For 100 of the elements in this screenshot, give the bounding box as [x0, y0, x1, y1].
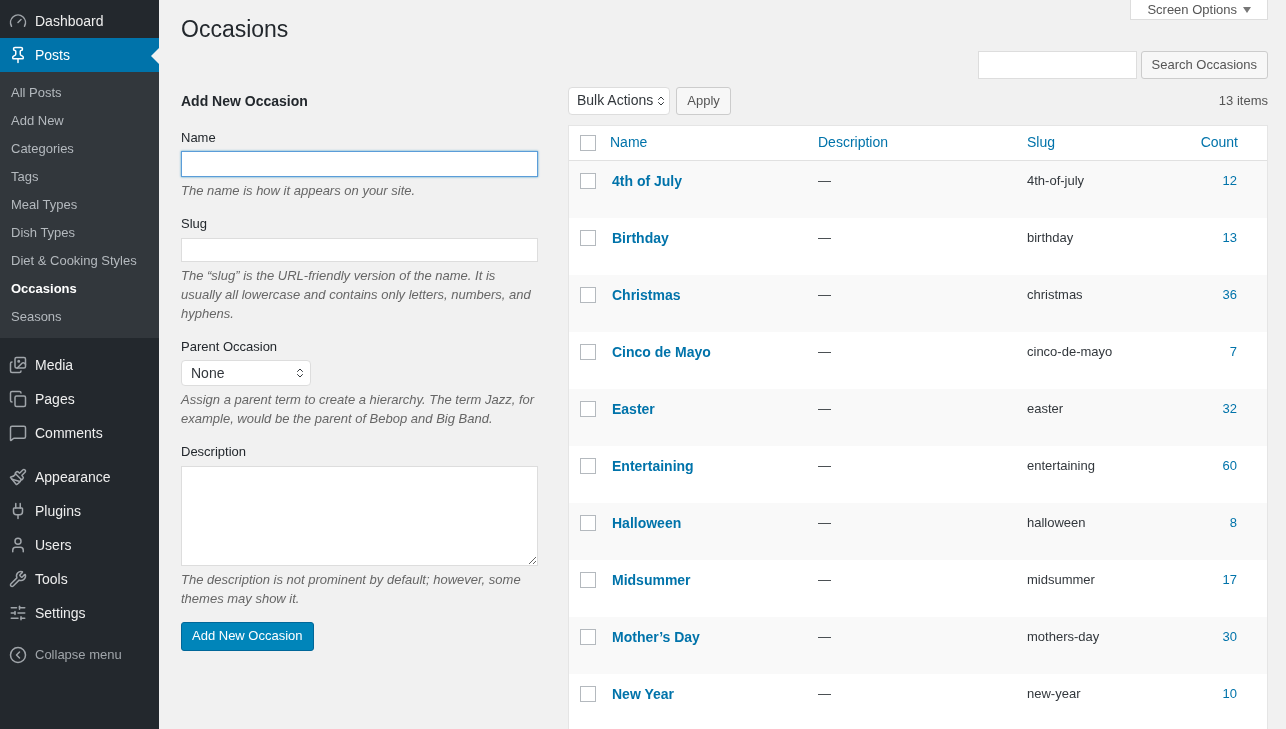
sidebar-menu-item[interactable]: Dashboard	[0, 4, 159, 38]
row-checkbox[interactable]	[580, 628, 596, 645]
images-icon	[9, 356, 27, 374]
table-cell-text: cinco-de-mayo	[1027, 342, 1114, 361]
active-pointer-icon	[151, 48, 159, 64]
pin-icon	[9, 46, 27, 64]
submenu-item[interactable]: Tags	[0, 163, 159, 191]
table-cell-text: —	[818, 684, 832, 703]
table-cell-text: —	[818, 228, 832, 247]
row-checkbox[interactable]	[580, 172, 596, 189]
table-cell-text: —	[818, 570, 832, 589]
submenu-item[interactable]: Diet & Cooking Styles	[0, 247, 159, 275]
row-checkbox[interactable]	[580, 286, 596, 303]
sliders-icon	[9, 604, 27, 622]
collapse-icon	[9, 646, 27, 664]
name-input[interactable]	[181, 151, 538, 177]
row-checkbox[interactable]	[580, 400, 596, 417]
table-cell-text: new-year	[1027, 684, 1082, 703]
count-link[interactable]: 13	[1222, 227, 1237, 247]
sidebar-menu-item[interactable]: Tools	[0, 562, 159, 596]
field-label: Name	[181, 128, 217, 147]
term-name-link[interactable]: Halloween	[612, 512, 818, 534]
count-link[interactable]: 30	[1222, 626, 1237, 646]
paintbrush-icon	[9, 468, 27, 486]
column-header[interactable]: Count	[1200, 132, 1238, 153]
dropdown-triangle-icon	[1243, 6, 1251, 13]
term-name-link[interactable]: Birthday	[612, 227, 818, 249]
submenu-item[interactable]: Add New	[0, 107, 159, 135]
parent-select[interactable]: None	[181, 360, 311, 386]
sidebar-menu-item[interactable]: Users	[0, 528, 159, 562]
submenu-item[interactable]: Seasons	[0, 303, 159, 331]
row-checkbox[interactable]	[580, 685, 596, 702]
table-cell-text: —	[818, 627, 832, 646]
submenu-item[interactable]: Occasions	[0, 275, 159, 303]
screen-options-button[interactable]: Screen Options	[1130, 0, 1268, 20]
select-all-checkbox[interactable]	[580, 134, 596, 151]
pages-icon	[9, 390, 27, 408]
table-cell-text: entertaining	[1027, 456, 1096, 475]
page-title: Occasions	[181, 15, 289, 44]
sidebar-menu-item[interactable]: Pages	[0, 382, 159, 416]
item-count: 13 items	[1218, 91, 1268, 110]
term-name-link[interactable]: Midsummer	[612, 569, 818, 591]
count-link[interactable]: 7	[1229, 341, 1237, 361]
table-cell-text: midsummer	[1027, 570, 1096, 589]
sidebar-menu-item[interactable]: Plugins	[0, 494, 159, 528]
user-icon	[9, 536, 27, 554]
term-name-link[interactable]: Mother’s Day	[612, 626, 818, 648]
apply-button[interactable]: Apply	[676, 86, 731, 115]
count-link[interactable]: 10	[1222, 683, 1237, 703]
count-link[interactable]: 36	[1222, 284, 1237, 304]
row-checkbox[interactable]	[580, 457, 596, 474]
term-name-link[interactable]: 4th of July	[612, 170, 818, 192]
term-name-link[interactable]: Entertaining	[612, 455, 818, 477]
description-textarea[interactable]	[181, 465, 538, 566]
field-hint: The name is how it appears on your site.	[181, 182, 417, 200]
field-label: Description	[181, 443, 248, 461]
submenu-item[interactable]: All Posts	[0, 79, 159, 107]
term-name-link[interactable]: Christmas	[612, 284, 818, 306]
submenu-item[interactable]: Dish Types	[0, 219, 159, 247]
table-cell-text: birthday	[1027, 228, 1075, 247]
column-header[interactable]: Slug	[1027, 132, 1177, 153]
table-cell-text: christmas	[1027, 285, 1084, 304]
table-cell-text: —	[818, 342, 832, 361]
sidebar-menu-item[interactable]: Comments	[0, 416, 159, 450]
bulk-actions-select[interactable]: Bulk Actions	[568, 86, 671, 115]
count-link[interactable]: 32	[1222, 398, 1237, 418]
term-name-link[interactable]: Easter	[612, 398, 818, 420]
table-cell-text: halloween	[1027, 513, 1087, 532]
count-link[interactable]: 17	[1222, 569, 1237, 589]
table-cell-text: —	[818, 513, 832, 532]
count-link[interactable]: 12	[1222, 170, 1237, 190]
row-checkbox[interactable]	[580, 514, 596, 531]
sidebar-menu-item[interactable]: Appearance	[0, 460, 159, 494]
sidebar-menu-item[interactable]: Posts	[0, 38, 159, 72]
field-label: Slug	[181, 215, 209, 233]
select-arrows-icon	[294, 367, 306, 379]
count-link[interactable]: 60	[1222, 455, 1237, 475]
row-checkbox[interactable]	[580, 571, 596, 588]
sidebar-menu-item[interactable]: Media	[0, 348, 159, 382]
sidebar-menu-item[interactable]: Settings	[0, 596, 159, 630]
search-field[interactable]	[977, 50, 1137, 79]
field-hint: The “slug” is the URL-friendly version of the name. It is usually all lowercase and contains only letters, numbers, and hyphens.	[181, 266, 532, 323]
add-new-occasion-button[interactable]: Add New Occasion	[181, 621, 314, 651]
term-name-link[interactable]: New Year	[612, 683, 818, 705]
submenu-item[interactable]: Meal Types	[0, 191, 159, 219]
gauge-icon	[9, 12, 27, 30]
column-header[interactable]: Description	[818, 132, 1027, 153]
table-cell-text: —	[818, 285, 832, 304]
table-cell-text: —	[818, 171, 832, 190]
count-link[interactable]: 8	[1229, 512, 1237, 532]
slug-input[interactable]	[181, 237, 538, 262]
column-header[interactable]: Name	[610, 132, 818, 153]
row-checkbox[interactable]	[580, 229, 596, 246]
table-cell-text: —	[818, 399, 832, 418]
collapse-menu-button[interactable]: Collapse menu	[0, 638, 159, 672]
term-name-link[interactable]: Cinco de Mayo	[612, 341, 818, 363]
submenu-item[interactable]: Categories	[0, 135, 159, 163]
form-heading: Add New Occasion	[181, 91, 309, 111]
search-button[interactable]: Search Occasions	[1140, 50, 1268, 79]
row-checkbox[interactable]	[580, 343, 596, 360]
